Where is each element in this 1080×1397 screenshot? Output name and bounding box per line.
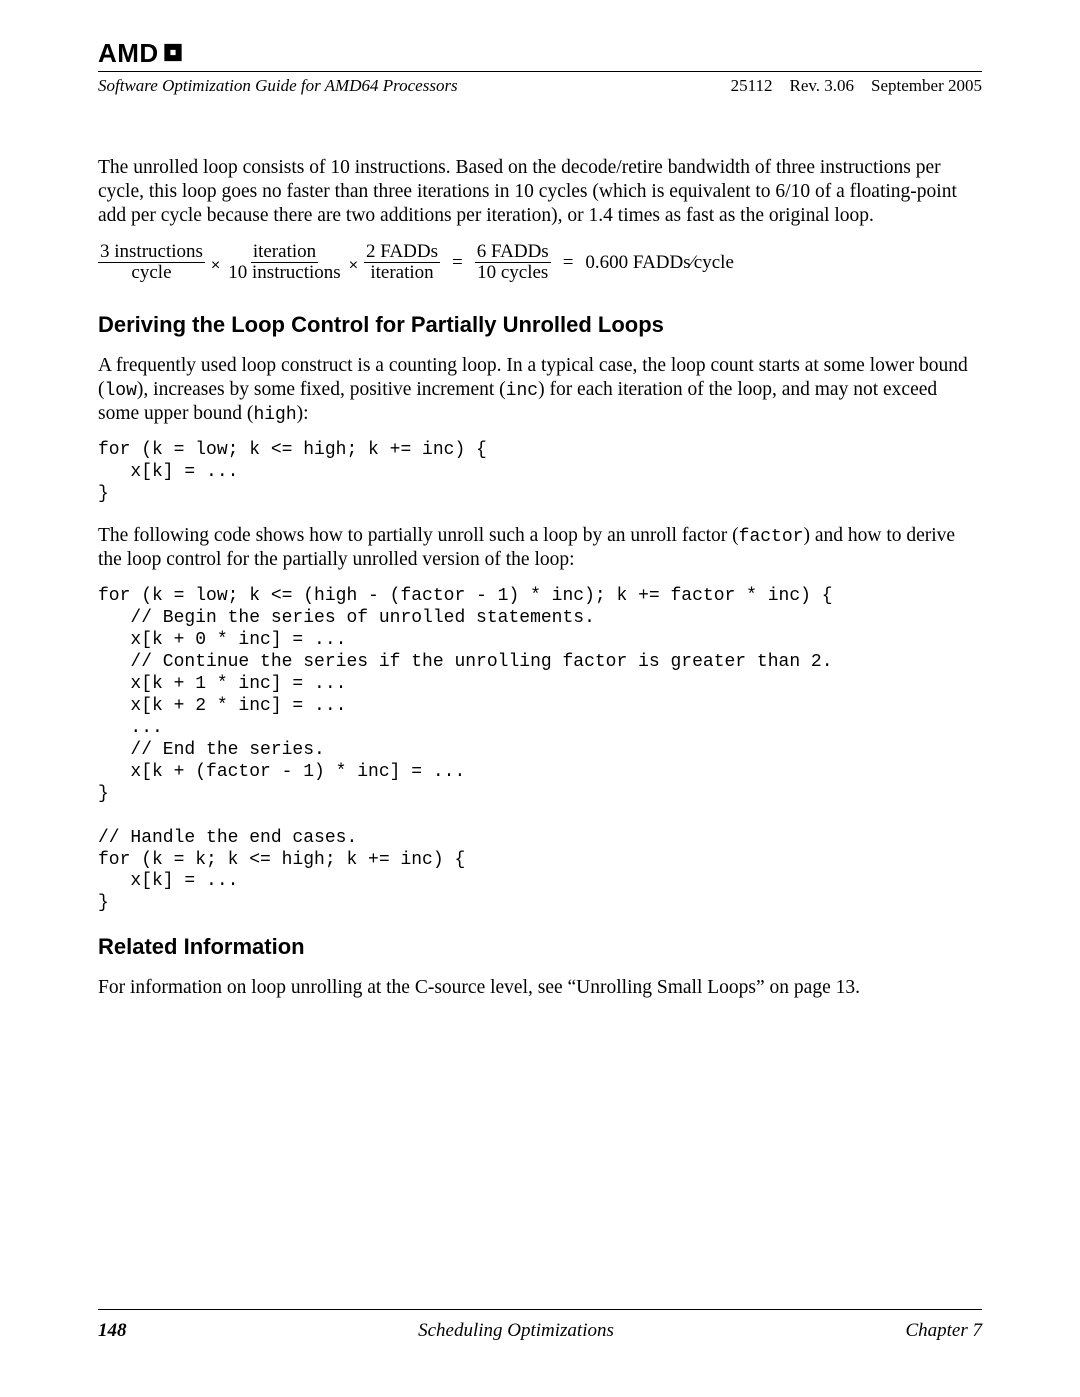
inline-code-inc: inc	[506, 381, 538, 401]
header-rule	[98, 71, 982, 72]
footer-row: 148 Scheduling Optimizations Chapter 7	[98, 1320, 982, 1342]
section-heading-deriving: Deriving the Loop Control for Partially …	[98, 311, 982, 338]
multiply-icon: ×	[209, 256, 222, 276]
doc-title: Software Optimization Guide for AMD64 Pr…	[98, 76, 458, 96]
fraction-4: 6 FADDs 10 cycles	[475, 242, 551, 283]
footer-rule	[98, 1309, 982, 1310]
brand-logo-text: AMD	[98, 38, 159, 69]
fraction-2-denominator: 10 instructions	[226, 263, 342, 283]
inline-code-low: low	[105, 381, 137, 401]
footer-chapter-title: Scheduling Optimizations	[418, 1320, 614, 1342]
page: AMD Software Optimization Guide for AMD6…	[0, 0, 1080, 1397]
body-content: The unrolled loop consists of 10 instruc…	[98, 156, 982, 1000]
section1-paragraph-a: A frequently used loop construct is a co…	[98, 354, 982, 426]
brand-logo: AMD	[98, 38, 982, 69]
fraction-3-denominator: iteration	[368, 263, 435, 283]
fraction-2: iteration 10 instructions	[226, 242, 342, 283]
fraction-3-numerator: 2 FADDs	[364, 242, 440, 263]
intro-paragraph: The unrolled loop consists of 10 instruc…	[98, 156, 982, 228]
fraction-2-numerator: iteration	[251, 242, 318, 263]
brand-logo-arrow-icon	[162, 38, 184, 69]
doc-meta: 25112 Rev. 3.06 September 2005	[731, 76, 982, 96]
fraction-1-numerator: 3 instructions	[98, 242, 205, 263]
fraction-3: 2 FADDs iteration	[364, 242, 440, 283]
related-info-paragraph: For information on loop unrolling at the…	[98, 976, 982, 1000]
throughput-equation: 3 instructions cycle × iteration 10 inst…	[98, 242, 982, 283]
footer-chapter-label: Chapter 7	[905, 1320, 982, 1342]
section1-paragraph-b: The following code shows how to partiall…	[98, 524, 982, 572]
equals-sign: =	[555, 251, 582, 274]
equals-sign: =	[444, 251, 471, 274]
inline-code-high: high	[253, 405, 296, 425]
text-run: ), increases by some fixed, positive inc…	[137, 379, 506, 400]
running-footer: 148 Scheduling Optimizations Chapter 7	[98, 1309, 982, 1342]
fraction-4-numerator: 6 FADDs	[475, 242, 551, 263]
fraction-1-denominator: cycle	[129, 263, 173, 283]
multiply-icon: ×	[347, 256, 360, 276]
text-run: The following code shows how to partiall…	[98, 525, 739, 546]
code-block-simple-loop: for (k = low; k <= high; k += inc) { x[k…	[98, 440, 982, 506]
inline-code-factor: factor	[739, 527, 804, 547]
running-header: Software Optimization Guide for AMD64 Pr…	[98, 76, 982, 96]
text-run: ):	[297, 403, 309, 424]
page-number: 148	[98, 1320, 127, 1342]
equation-result: 0.600 FADDs⁄cycle	[585, 251, 733, 274]
fraction-4-denominator: 10 cycles	[475, 263, 550, 283]
fraction-1: 3 instructions cycle	[98, 242, 205, 283]
section-heading-related: Related Information	[98, 933, 982, 960]
code-block-unrolled-loop: for (k = low; k <= (high - (factor - 1) …	[98, 586, 982, 915]
